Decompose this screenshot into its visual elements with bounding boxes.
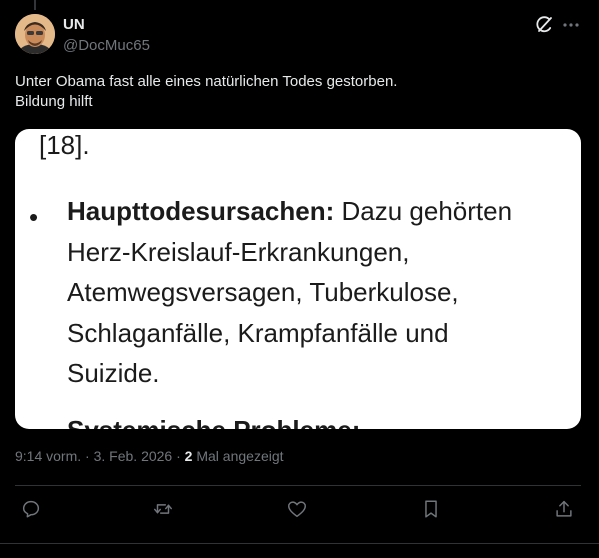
tweet-time[interactable]: 9:14 vorm. bbox=[15, 448, 81, 464]
more-icon[interactable] bbox=[560, 14, 582, 36]
tweet-text: Unter Obama fast alle eines natürlichen … bbox=[15, 72, 575, 112]
bullet-line: Atemwegsversagen, Tuberkulose, bbox=[67, 277, 459, 307]
cut-off-heading: Systemische Probleme: bbox=[67, 414, 360, 429]
tweet-text-line: Unter Obama fast alle eines natürlichen … bbox=[15, 73, 398, 90]
grok-icon[interactable] bbox=[533, 14, 555, 36]
avatar-illustration bbox=[15, 14, 55, 54]
meta-separator: · bbox=[176, 448, 181, 464]
bullet-text: Haupttodesursachen: Dazu gehörten Herz-K… bbox=[67, 191, 567, 394]
heart-icon[interactable] bbox=[286, 498, 308, 520]
tweet-meta: 9:14 vorm. · 3. Feb. 2026 · 2 Mal angeze… bbox=[15, 448, 284, 464]
share-icon[interactable] bbox=[553, 498, 575, 520]
meta-separator: · bbox=[85, 448, 90, 464]
views-label: Mal angezeigt bbox=[196, 448, 284, 464]
views-count: 2 bbox=[184, 448, 193, 464]
bullet-line: Schlaganfälle, Krampfanfälle und bbox=[67, 317, 449, 348]
bullet-line: Dazu gehörten bbox=[334, 196, 513, 226]
author-handle[interactable]: @DocMuc65 bbox=[63, 37, 150, 54]
bullet-point-marker: • bbox=[29, 202, 39, 232]
bottom-divider bbox=[0, 543, 599, 544]
image-reference-text: [18]. bbox=[39, 130, 90, 160]
divider bbox=[15, 485, 581, 486]
avatar[interactable] bbox=[15, 14, 55, 54]
bookmark-icon[interactable] bbox=[420, 498, 442, 520]
bullet-line: Suizide. bbox=[67, 358, 160, 388]
thread-connector-line bbox=[34, 0, 36, 10]
author-display-name[interactable]: UN bbox=[63, 16, 85, 33]
repost-icon[interactable] bbox=[152, 498, 174, 520]
tweet-media-image[interactable]: [18]. • Haupttodesursachen: Dazu gehörte… bbox=[15, 129, 581, 429]
tweet-text-line: Bildung hilft bbox=[15, 93, 93, 110]
tweet-date[interactable]: 3. Feb. 2026 bbox=[94, 448, 173, 464]
reply-icon[interactable] bbox=[20, 498, 42, 520]
bullet-lead-text: Haupttodesursachen: bbox=[67, 196, 335, 226]
bullet-line: Herz-Kreislauf-Erkrankungen, bbox=[67, 236, 410, 267]
